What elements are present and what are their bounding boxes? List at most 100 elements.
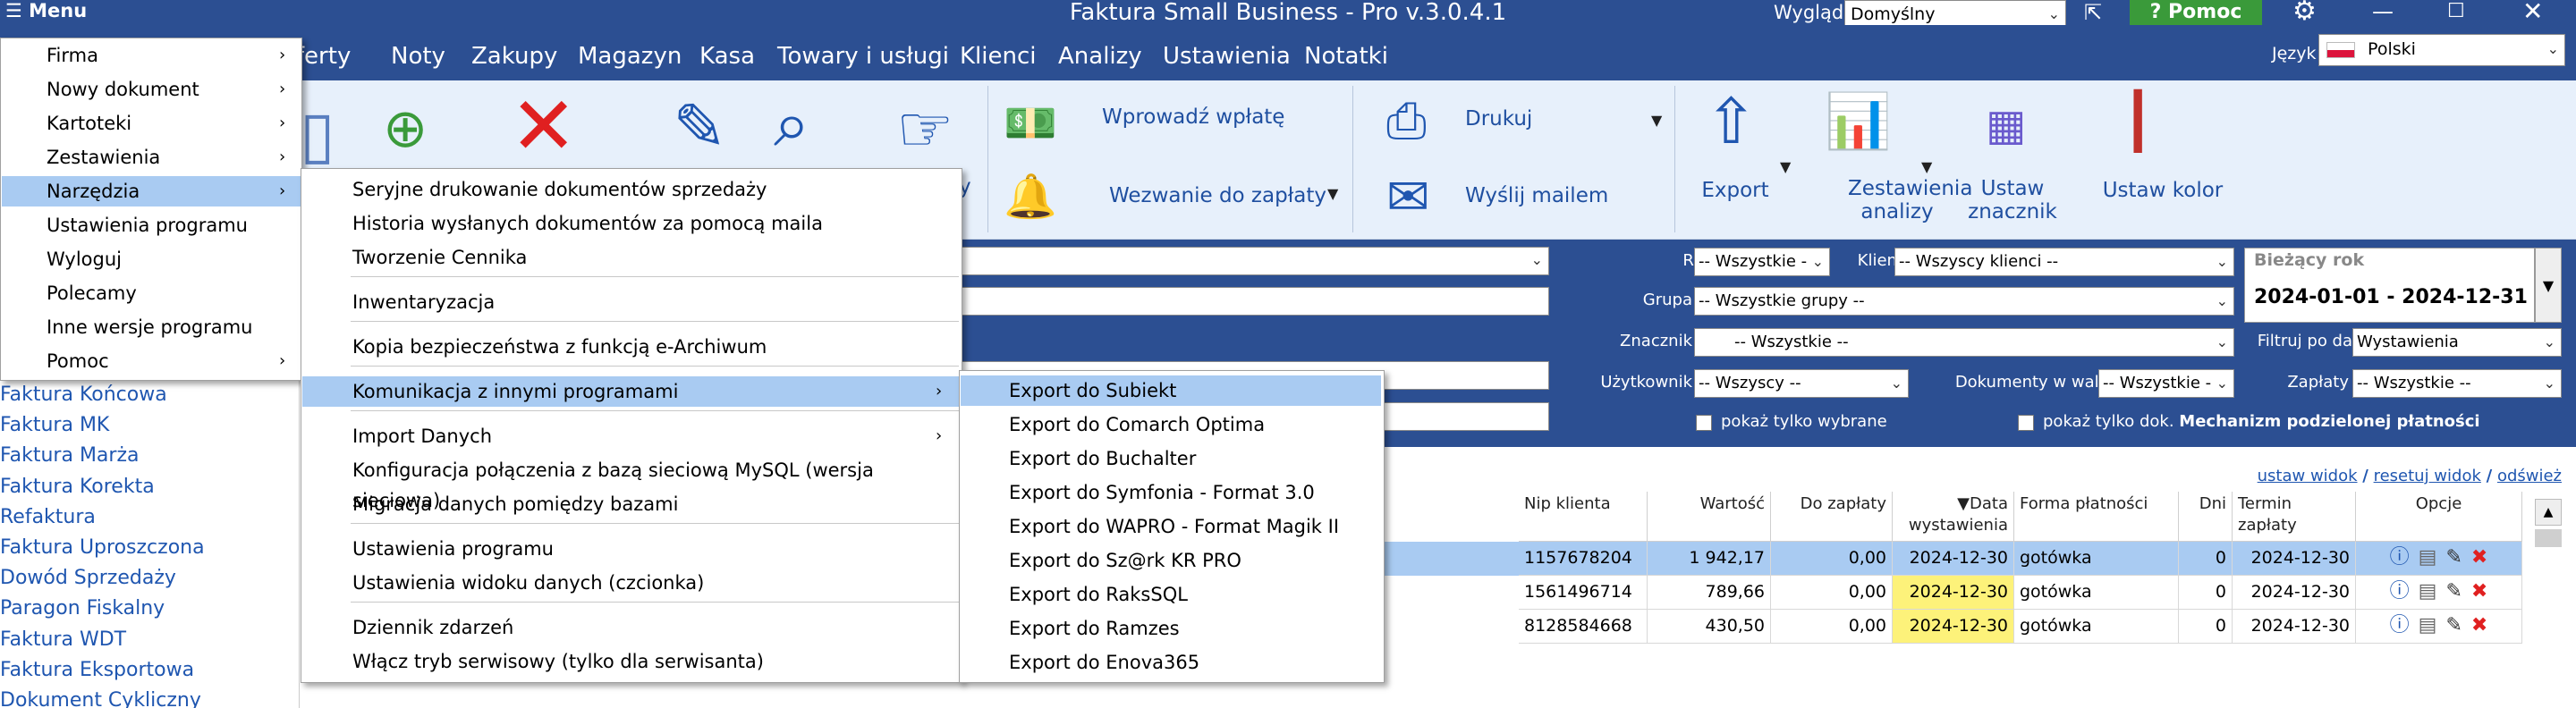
info-icon[interactable]: ⓘ [2390, 546, 2410, 569]
maximize-icon[interactable]: ☐ [2447, 0, 2465, 23]
menu-analyses[interactable]: Analizy [1058, 43, 1142, 70]
tools-menu-item[interactable]: Import Danych [302, 421, 961, 451]
main-menu-item[interactable]: Kartoteki [2, 108, 301, 139]
column-header-payment-form[interactable]: Forma płatności [2014, 492, 2179, 542]
print-dropdown-icon[interactable]: ▼ [1651, 107, 1662, 134]
reset-view-link[interactable]: resetuj widok [2374, 467, 2481, 485]
scroll-up-icon[interactable]: ▲ [2535, 499, 2562, 526]
document-type-item[interactable]: Dowód Sprzedaży [0, 565, 176, 592]
tools-menu-item[interactable]: Inwentaryzacja [302, 287, 961, 317]
document-type-item[interactable]: Refaktura [0, 504, 96, 531]
envelope-icon[interactable]: ✉ [1386, 161, 1430, 232]
reminder-dropdown-icon[interactable]: ▼ [1327, 181, 1338, 207]
export-menu-item[interactable]: Export do Sz@rk KR PRO [961, 545, 1381, 576]
delete-icon[interactable]: ✖ [2471, 580, 2487, 603]
export-menu-item[interactable]: Export do RaksSQL [961, 579, 1381, 610]
group-select[interactable]: -- Wszystkie grupy -- ⌄ [1694, 287, 2234, 316]
delete-icon[interactable]: ✕ [510, 87, 577, 167]
main-menu-item[interactable]: Ustawienia programu [2, 210, 301, 240]
main-menu-item[interactable]: Firma [2, 40, 301, 71]
document-type-item[interactable]: Faktura Eksportowa [0, 657, 194, 684]
only-docs-checkbox[interactable] [2018, 415, 2034, 431]
minimize-icon[interactable]: — [2372, 0, 2394, 23]
delete-icon[interactable]: ✖ [2471, 614, 2487, 636]
pin-icon[interactable]: ⇱ [2084, 0, 2102, 25]
tools-menu-item[interactable]: Kopia bezpieczeństwa z funkcją e-Archiwu… [302, 332, 961, 362]
document-type-item[interactable]: Faktura Końcowa [0, 382, 167, 409]
currency-select[interactable]: -- Wszystkie - ⌄ [2098, 369, 2234, 398]
tag-button[interactable]: Ustaw znacznik [1959, 177, 2066, 223]
export-menu-item[interactable]: Export do Ramzes [961, 613, 1381, 644]
printer-icon[interactable]: ⎙ [1386, 86, 1427, 157]
main-menu-item[interactable]: Wyloguj [2, 244, 301, 274]
scrollbar-thumb[interactable] [2535, 529, 2562, 547]
document-type-item[interactable]: Faktura Marża [0, 442, 139, 469]
preview-icon[interactable]: ▤ [2419, 546, 2437, 569]
tag-filter-select[interactable]: -- Wszystkie -- ⌄ [1694, 328, 2234, 357]
cash-add-icon[interactable]: 💵 [1004, 88, 1057, 159]
user-select[interactable]: -- Wszyscy -- ⌄ [1694, 369, 1909, 398]
reminder-button[interactable]: Wezwanie do zapłaty [1109, 182, 1326, 209]
set-view-link[interactable]: ustaw widok [2258, 467, 2358, 485]
column-header-value[interactable]: Wartość [1648, 492, 1771, 542]
print-button[interactable]: Drukuj [1465, 105, 1532, 132]
info-icon[interactable]: ⓘ [2390, 614, 2410, 636]
tag-blocks-icon[interactable]: ▦ [1986, 89, 2026, 161]
add-document-icon[interactable]: ⊕ [383, 93, 428, 164]
export-menu-item[interactable]: Export do Buchalter [961, 443, 1381, 474]
export-menu-item[interactable]: Export do Comarch Optima [961, 409, 1381, 440]
export-menu-item[interactable]: Export do Enova365 [961, 647, 1381, 678]
edit-icon[interactable]: ✎ [2445, 546, 2462, 569]
menu-settings[interactable]: Ustawienia [1163, 43, 1291, 70]
export-menu-item[interactable]: Export do Symfonia - Format 3.0 [961, 477, 1381, 508]
tools-menu-item[interactable]: Migracja danych pomiędzy bazami [302, 489, 961, 519]
edit-icon[interactable]: ✎ [673, 91, 726, 163]
form-input[interactable] [959, 287, 1549, 316]
tools-menu-item[interactable]: Komunikacja z innymi programami [302, 376, 961, 407]
tools-menu-item[interactable]: Włącz tryb serwisowy (tylko dla serwisan… [302, 646, 961, 677]
column-header-to-pay[interactable]: Do zapłaty [1771, 492, 1893, 542]
delete-icon[interactable]: ✖ [2471, 546, 2487, 569]
main-menu-item[interactable]: Pomoc [2, 346, 301, 376]
column-header-days[interactable]: Dni [2179, 492, 2233, 542]
language-select[interactable]: Polski ⌄ [2318, 34, 2565, 66]
only-selected-checkbox[interactable] [1696, 415, 1712, 431]
tools-menu-item[interactable]: Konfiguracja połączenia z bazą sieciową … [302, 455, 961, 511]
preview-icon[interactable]: ▤ [2419, 580, 2437, 603]
main-menu-item[interactable]: Narzędzia [2, 176, 301, 206]
menu-memo[interactable]: Notatki [1304, 43, 1388, 70]
column-header-nip[interactable]: Nip klienta [1519, 492, 1648, 542]
main-menu-item[interactable]: Zestawienia [2, 142, 301, 173]
menu-notes[interactable]: Noty [391, 43, 445, 70]
document-icon[interactable]: ▯ [300, 98, 335, 170]
period-dropdown-icon[interactable]: ▼ [2535, 248, 2562, 323]
tools-menu-item[interactable]: Historia wysłanych dokumentów za pomocą … [302, 208, 961, 239]
menu-goods[interactable]: Towary i usługi [777, 43, 949, 70]
menu-clients[interactable]: Klienci [960, 43, 1037, 70]
info-icon[interactable]: ⓘ [2390, 580, 2410, 603]
document-type-item[interactable]: Faktura MK [0, 412, 109, 439]
tools-menu-item[interactable]: Tworzenie Cennika [302, 242, 961, 273]
document-type-item[interactable]: Dokument Cykliczny [0, 687, 201, 708]
gear-icon[interactable]: ⚙ [2292, 0, 2317, 25]
menu-cash[interactable]: Kasa [699, 43, 755, 70]
main-menu-item[interactable]: Inne wersje programu [2, 312, 301, 342]
period-select[interactable]: Bieżący rok 2024-01-01 - 2024-12-31 [2244, 248, 2535, 323]
preview-icon[interactable]: ⌕ [774, 88, 809, 159]
document-type-item[interactable]: Faktura Korekta [0, 474, 155, 501]
document-type-item[interactable]: Paragon Fiskalny [0, 595, 165, 622]
client-select[interactable]: -- Wszyscy klienci -- ⌄ [1894, 248, 2234, 276]
tools-menu-item[interactable]: Seryjne drukowanie dokumentów sprzedaży [302, 174, 961, 205]
export-arrow-icon[interactable]: ⇧ [1705, 86, 1758, 157]
export-dropdown-icon[interactable]: ▼ [1780, 154, 1791, 181]
main-menu-item[interactable]: Polecamy [2, 278, 301, 308]
bar-chart-icon[interactable]: 📊 [1825, 86, 1892, 157]
main-menu-button[interactable]: ☰ Menu [0, 0, 98, 25]
mail-button[interactable]: Wyślij mailem [1465, 182, 1608, 209]
export-menu-item[interactable]: Export do Subiekt [961, 375, 1381, 406]
document-type-item[interactable]: Faktura Uproszczona [0, 535, 205, 561]
sign-document-icon[interactable]: ☞ [896, 93, 954, 164]
main-menu-item[interactable]: Nowy dokument [2, 74, 301, 105]
column-header-issue-date[interactable]: ▼Data wystawienia [1893, 492, 2014, 542]
preview-icon[interactable]: ▤ [2419, 614, 2437, 636]
